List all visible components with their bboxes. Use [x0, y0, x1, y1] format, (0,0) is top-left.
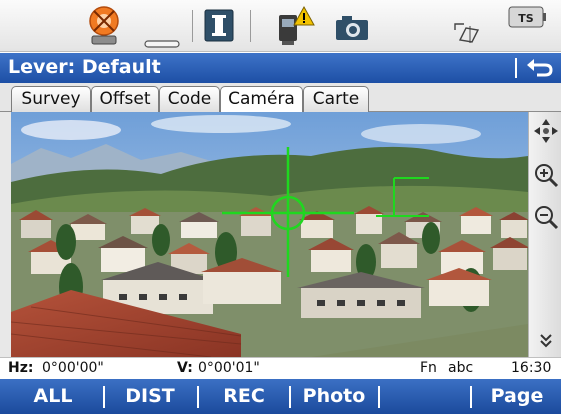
measurement-status-line: Hz: 0°00'00" V: 0°00'01" Fn abc 16:30 — [0, 357, 561, 378]
fn-indicator: Fn — [420, 360, 437, 376]
softkey-bar: ALL DIST REC Photo Page — [0, 379, 561, 414]
back-arrow-icon — [527, 59, 553, 77]
target-prism-icon[interactable] — [86, 4, 122, 48]
battery-slot-icon — [144, 33, 180, 48]
clock: 16:30 — [511, 360, 552, 376]
tab-code[interactable]: Code — [159, 86, 220, 113]
v-label: V: — [177, 360, 193, 376]
more-down-icon[interactable] — [537, 332, 555, 350]
title-bar: Lever: Default — [0, 53, 561, 83]
softkey-dist[interactable]: DIST — [106, 379, 194, 414]
camera-image — [11, 112, 528, 357]
softkey-empty[interactable] — [381, 379, 467, 414]
back-button[interactable] — [517, 53, 561, 83]
tab-bar: Survey Offset Code Caméra Carte — [0, 83, 561, 114]
softkey-rec[interactable]: REC — [200, 379, 288, 414]
instrument-warning-icon[interactable] — [276, 5, 316, 47]
tab-offset[interactable]: Offset — [91, 86, 159, 113]
tab-carte[interactable]: Carte — [303, 86, 369, 113]
tab-camera[interactable]: Caméra — [220, 86, 303, 114]
info-icon[interactable] — [204, 9, 234, 42]
pan-icon[interactable] — [533, 118, 559, 144]
pole-level-icon[interactable] — [452, 20, 482, 44]
top-status-bar: TS — [0, 0, 561, 52]
ts-instrument-icon[interactable]: TS — [508, 6, 546, 28]
camera-view[interactable] — [11, 112, 528, 357]
input-mode: abc — [448, 360, 474, 376]
page-title: Lever: Default — [8, 56, 161, 78]
softkey-photo[interactable]: Photo — [292, 379, 376, 414]
camera-tools-sidebar — [528, 112, 561, 357]
tab-survey[interactable]: Survey — [11, 86, 91, 113]
hz-value: 0°00'00" — [42, 360, 104, 376]
v-value: 0°00'01" — [198, 360, 260, 376]
zoom-out-icon[interactable] — [533, 204, 559, 230]
hz-label: Hz: — [8, 360, 34, 376]
zoom-in-icon[interactable] — [533, 162, 559, 188]
svg-text:TS: TS — [518, 12, 534, 25]
softkey-all[interactable]: ALL — [8, 379, 98, 414]
softkey-page[interactable]: Page — [473, 379, 561, 414]
viewer-left-border — [0, 112, 11, 357]
camera-icon[interactable] — [334, 14, 370, 42]
